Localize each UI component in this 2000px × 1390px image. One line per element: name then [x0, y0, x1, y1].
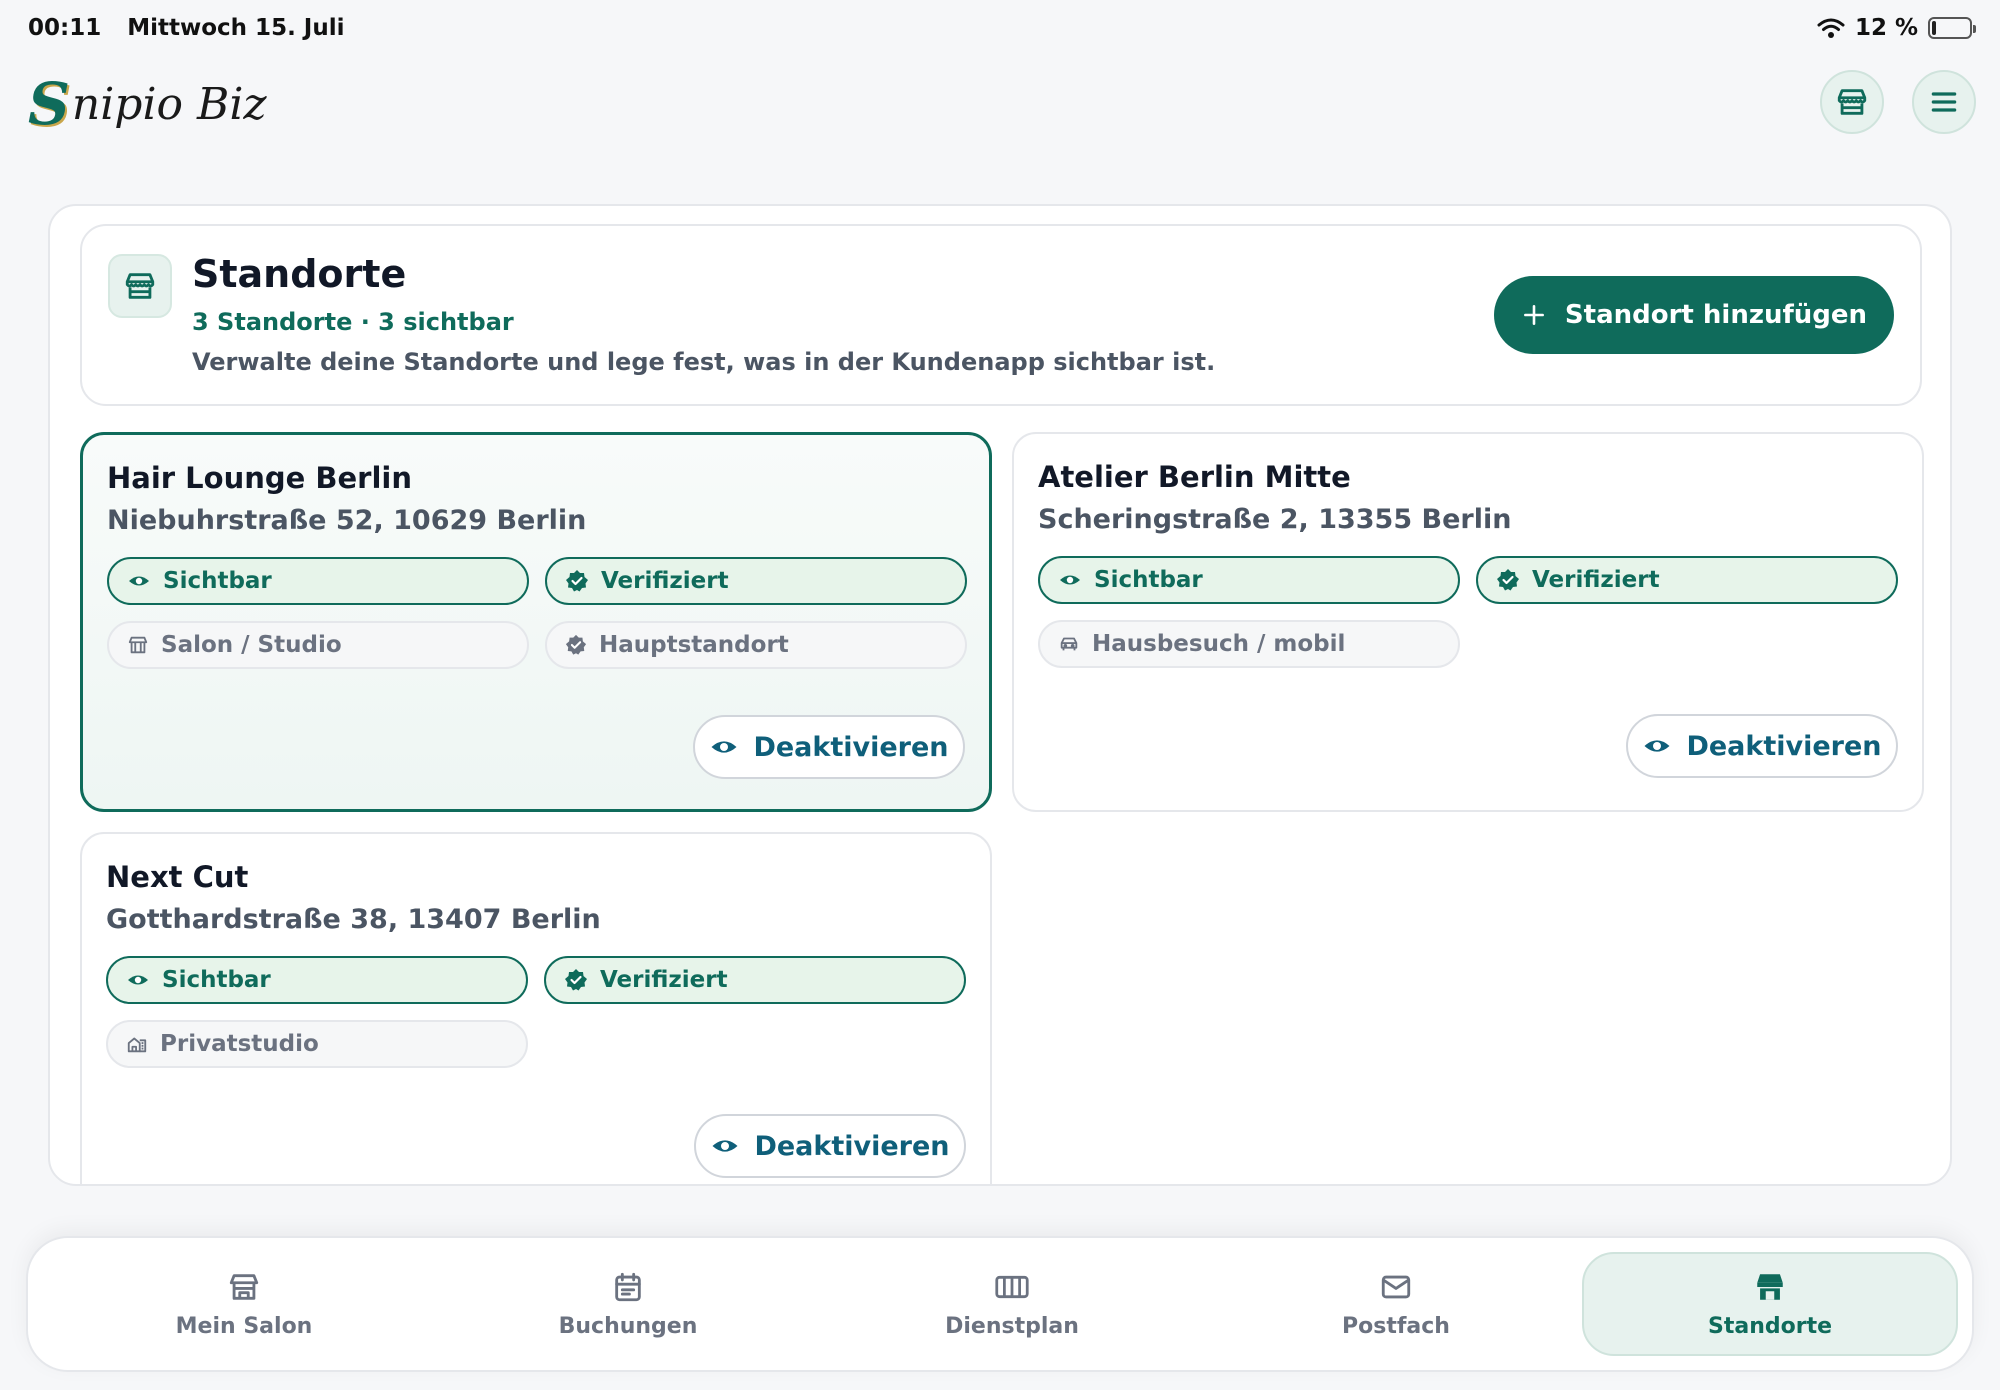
calendar-icon [615, 1272, 641, 1301]
verified-check-icon [566, 570, 588, 592]
nav-label: Mein Salon [175, 1313, 313, 1339]
location-type-label: Privatstudio [160, 1031, 319, 1057]
status-bar: 00:11 Mittwoch 15. Juli 12 % [28, 10, 1976, 46]
verified-label: Verifiziert [1532, 567, 1660, 593]
status-date: Mittwoch 15. Juli [127, 15, 345, 41]
top-bar: S nipio Biz [28, 66, 1976, 142]
header-icon-box [108, 254, 172, 318]
eye-icon [1644, 740, 1670, 752]
nav-item-mein-salon[interactable]: Mein Salon [56, 1252, 432, 1356]
eye-icon [129, 576, 149, 586]
eye-icon [128, 975, 148, 985]
storefront-icon [125, 273, 155, 299]
locations-header: Standorte 3 Standorte · 3 sichtbar Verwa… [80, 224, 1922, 406]
battery-icon [1928, 17, 1976, 39]
deactivate-label: Deaktivieren [753, 731, 949, 763]
verified-badge: Verifiziert [544, 956, 966, 1004]
location-card-atelier-mitte[interactable]: Atelier Berlin Mitte Scheringstraße 2, 1… [1012, 432, 1924, 812]
nav-label: Buchungen [558, 1313, 698, 1339]
deactivate-button[interactable]: Deaktivieren [693, 715, 965, 779]
car-icon [1060, 637, 1078, 651]
wifi-icon [1817, 18, 1845, 38]
location-card-hair-lounge[interactable]: Hair Lounge Berlin Niebuhrstraße 52, 106… [80, 432, 992, 812]
location-name: Hair Lounge Berlin [107, 461, 412, 495]
location-type-label: Hausbesuch / mobil [1092, 631, 1346, 657]
location-name: Atelier Berlin Mitte [1038, 460, 1351, 494]
main-panel: Standorte 3 Standorte · 3 sichtbar Verwa… [48, 204, 1952, 1186]
app-logo[interactable]: S nipio Biz [28, 66, 267, 142]
bottom-navigation: Mein Salon Buchungen Dienstplan Postfach… [26, 1236, 1974, 1372]
nav-label: Dienstplan [945, 1313, 1079, 1339]
main-location-label: Hauptstandort [599, 632, 789, 658]
location-address: Niebuhrstraße 52, 10629 Berlin [107, 505, 587, 536]
logo-text: nipio Biz [71, 78, 267, 130]
store-icon [229, 1273, 259, 1300]
battery-percent: 12 % [1854, 15, 1918, 41]
location-type-label: Salon / Studio [161, 632, 342, 658]
visible-label: Sichtbar [162, 967, 271, 993]
deactivate-button[interactable]: Deaktivieren [1626, 714, 1898, 778]
logo-initial: S [28, 70, 70, 138]
verified-check-icon [565, 969, 587, 991]
hamburger-menu-icon [1931, 92, 1957, 112]
deactivate-button[interactable]: Deaktivieren [694, 1114, 966, 1178]
store-switch-button[interactable] [1820, 70, 1884, 134]
storefront-icon [1757, 1273, 1783, 1300]
main-location-badge: Hauptstandort [545, 621, 967, 669]
location-address: Gotthardstraße 38, 13407 Berlin [106, 904, 601, 935]
status-time: 00:11 [28, 15, 102, 41]
store-icon [128, 636, 148, 654]
badge-check-icon [565, 634, 587, 655]
status-right: 12 % [1817, 15, 1976, 41]
schedule-grid-icon [995, 1275, 1029, 1298]
mail-icon [1381, 1275, 1411, 1298]
eye-icon [711, 741, 737, 753]
add-location-label: Standort hinzufügen [1564, 300, 1868, 330]
visible-badge: Sichtbar [106, 956, 528, 1004]
verified-badge: Verifiziert [545, 557, 967, 605]
verified-badge: Verifiziert [1476, 556, 1898, 604]
location-address: Scheringstraße 2, 13355 Berlin [1038, 504, 1512, 535]
page-title: Standorte [192, 252, 407, 296]
nav-label: Postfach [1342, 1313, 1450, 1339]
visible-badge: Sichtbar [1038, 556, 1460, 604]
nav-label: Standorte [1707, 1313, 1833, 1339]
locations-count: 3 Standorte · 3 sichtbar [192, 308, 514, 336]
visible-label: Sichtbar [163, 568, 272, 594]
nav-item-postfach[interactable]: Postfach [1208, 1252, 1584, 1356]
storefront-icon [1837, 89, 1867, 115]
eye-icon [1060, 575, 1080, 585]
eye-icon [712, 1140, 738, 1152]
verified-check-icon [1497, 569, 1519, 591]
nav-item-dienstplan[interactable]: Dienstplan [824, 1252, 1200, 1356]
location-type-badge: Salon / Studio [107, 621, 529, 669]
visible-badge: Sichtbar [107, 557, 529, 605]
plus-icon [1523, 305, 1544, 325]
page-description: Verwalte deine Standorte und lege fest, … [192, 348, 1216, 376]
nav-item-buchungen[interactable]: Buchungen [440, 1252, 816, 1356]
location-type-badge: Hausbesuch / mobil [1038, 620, 1460, 668]
location-type-badge: Privatstudio [106, 1020, 528, 1068]
verified-label: Verifiziert [600, 967, 728, 993]
nav-item-standorte[interactable]: Standorte [1582, 1252, 1958, 1356]
add-location-button[interactable]: Standort hinzufügen [1494, 276, 1894, 354]
verified-label: Verifiziert [601, 568, 729, 594]
location-name: Next Cut [106, 860, 249, 894]
deactivate-label: Deaktivieren [754, 1130, 950, 1162]
visible-label: Sichtbar [1094, 567, 1203, 593]
status-left: 00:11 Mittwoch 15. Juli [28, 15, 363, 41]
menu-button[interactable] [1912, 70, 1976, 134]
location-card-next-cut[interactable]: Next Cut Gotthardstraße 38, 13407 Berlin… [80, 832, 992, 1184]
home-studio-icon [127, 1037, 147, 1053]
deactivate-label: Deaktivieren [1686, 730, 1882, 762]
